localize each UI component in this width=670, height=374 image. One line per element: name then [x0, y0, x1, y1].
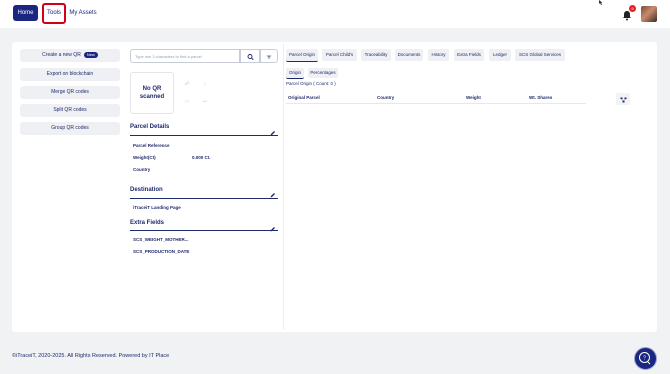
mouse-cursor-icon [599, 0, 604, 5]
footer-brand-link[interactable]: IT Place [149, 353, 169, 359]
parcel-details-title: Parcel Details [130, 124, 170, 130]
qr-scan-status: No QR scanned [130, 72, 174, 114]
tab-parcel-origin[interactable]: Parcel Origin [286, 49, 318, 62]
edit-extra-fields-icon[interactable] [270, 219, 276, 232]
link-icon[interactable]: ☍ [182, 79, 192, 89]
qr-status-text: No QR scanned [139, 86, 165, 100]
swap-icon[interactable]: ↕ [200, 79, 210, 89]
tab-extra-fields[interactable]: Extra Fields [454, 49, 484, 61]
weight-label: Weight(Ct) [133, 155, 156, 160]
merge-qr-button[interactable]: Merge QR codes [20, 86, 120, 99]
main-card: Create a new QR New Export on blockchain … [12, 42, 657, 332]
support-chat-button[interactable]: ? [634, 347, 657, 370]
tab-traceability[interactable]: Traceability [361, 49, 391, 61]
search-icon [247, 54, 254, 61]
weight-value: 0.000 Ct. [192, 155, 211, 160]
tab-history[interactable]: History [428, 49, 449, 61]
export-blockchain-button[interactable]: Export on blockchain [20, 68, 120, 81]
parcel-reference-label: Parcel Reference [133, 143, 170, 148]
print-icon[interactable]: □ [182, 97, 192, 107]
filter-dropdown-button[interactable] [260, 49, 278, 63]
column-header-original-parcel: Original Parcel [288, 95, 320, 100]
split-qr-button[interactable]: Split QR codes [20, 104, 120, 117]
tab-documents[interactable]: Documents [395, 49, 423, 61]
nav-home-button[interactable]: Home [13, 5, 38, 21]
tree-icon [620, 97, 626, 103]
search-button[interactable] [240, 49, 260, 63]
section-divider [130, 230, 278, 231]
column-divider [283, 44, 284, 330]
extra-field-weight-mother: SCS_WEIGHT_MOTHER... [133, 237, 189, 242]
column-header-weight: Weight [466, 95, 481, 100]
origin-count-text: Parcel Origin ( Count: 0 ) [286, 81, 336, 86]
svg-text:?: ? [643, 356, 646, 362]
tab-scs-global-services[interactable]: SCS Global Services [515, 49, 565, 61]
country-label: Country [133, 167, 151, 172]
nav-my-assets-button[interactable]: My Assets [68, 5, 98, 21]
nav-tools-button[interactable]: Tools [42, 3, 66, 24]
edit-destination-icon[interactable] [270, 185, 276, 198]
edit-parcel-details-icon[interactable] [270, 123, 276, 136]
tab-parcel-childs[interactable]: Parcel Child's [322, 49, 357, 61]
top-navbar [0, 0, 670, 28]
user-avatar[interactable] [641, 6, 657, 22]
tree-view-button[interactable] [616, 93, 630, 105]
group-qr-button[interactable]: Group QR codes [20, 122, 120, 135]
notification-count-badge: 9 [629, 5, 636, 12]
tab-ledger[interactable]: Ledger [489, 49, 511, 61]
new-badge: New [83, 51, 98, 58]
parcel-search-input[interactable]: Type min 3 characters to find a parcel [130, 49, 240, 63]
destination-title: Destination [130, 187, 163, 193]
subtab-percentages[interactable]: Percentages [308, 68, 338, 78]
undo-icon[interactable]: ↩ [200, 97, 210, 107]
section-divider [130, 198, 278, 199]
subtab-origin[interactable]: Origin [286, 68, 304, 79]
column-header-wt-shares: Wt. Shares [529, 95, 553, 100]
landing-page-label: iTraceiT Landing Page [133, 205, 181, 210]
create-qr-button[interactable]: Create a new QR New [20, 49, 120, 62]
table-header-divider [286, 103, 586, 104]
section-divider [130, 135, 278, 136]
filter-icon [266, 55, 272, 59]
copyright-text: ©iTraceiT, 2020-2025. All Rights Reserve… [12, 353, 148, 359]
footer: ©iTraceiT, 2020-2025. All Rights Reserve… [12, 353, 169, 359]
chat-help-icon: ? [639, 352, 651, 365]
extra-field-production-date: SCS_PRODUCTION_DATE [133, 249, 190, 254]
extra-fields-title: Extra Fields [130, 220, 165, 226]
create-qr-label: Create a new QR [42, 52, 81, 58]
column-header-country: Country [377, 95, 395, 100]
